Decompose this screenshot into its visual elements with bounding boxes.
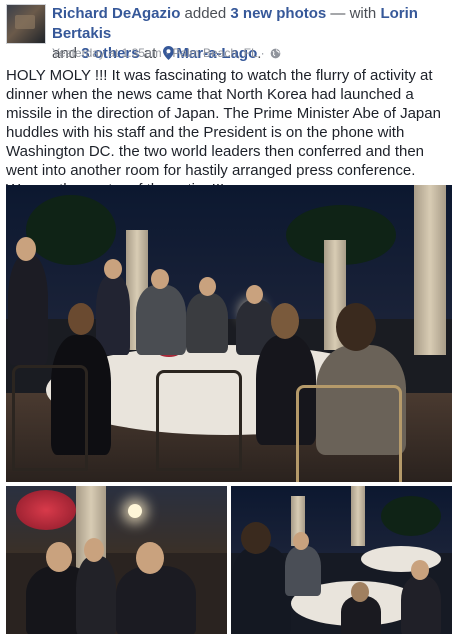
post-meta: Yesterday at 1:35am · Palm Beach, FL · xyxy=(52,46,281,62)
location-link[interactable]: Palm Beach, FL xyxy=(172,46,257,60)
avatar[interactable] xyxy=(6,4,46,44)
column xyxy=(414,185,446,355)
post-header: Richard DeAgazio added 3 new photos — wi… xyxy=(6,4,452,62)
action-text: added xyxy=(180,5,231,22)
person xyxy=(8,255,48,365)
post-body-text: HOLY MOLY !!! It was fascinating to watc… xyxy=(6,67,441,198)
person xyxy=(401,576,441,634)
flower-arrangement xyxy=(16,490,76,530)
timestamp-link[interactable]: Yesterday at 1:35am xyxy=(52,46,162,60)
person-head xyxy=(411,560,429,580)
person xyxy=(186,293,228,353)
person-head xyxy=(351,582,369,602)
meta-separator-2: · xyxy=(257,46,268,60)
person-head xyxy=(246,285,263,304)
person-head xyxy=(136,542,164,574)
person-head xyxy=(16,237,36,261)
facebook-post: Richard DeAgazio added 3 new photos — wi… xyxy=(0,0,458,640)
meta-separator: · xyxy=(161,46,173,60)
dinner-table xyxy=(361,546,441,572)
column xyxy=(351,486,365,546)
chair xyxy=(156,370,242,471)
person xyxy=(285,546,321,596)
person xyxy=(136,285,186,355)
person-head xyxy=(336,303,376,351)
lamp-light xyxy=(128,504,142,518)
photo-count-link[interactable]: 3 new photos xyxy=(230,5,326,22)
palm-tree xyxy=(26,195,116,265)
person-head xyxy=(199,277,216,296)
chair xyxy=(296,385,402,482)
person-head xyxy=(68,303,94,335)
person-head xyxy=(104,259,122,279)
person-head xyxy=(271,303,299,339)
author-name-link[interactable]: Richard DeAgazio xyxy=(52,5,180,22)
person xyxy=(96,275,130,355)
person-head xyxy=(46,542,72,572)
person xyxy=(76,556,116,634)
palm-tree xyxy=(381,496,441,536)
person-head xyxy=(151,269,169,289)
person-head xyxy=(241,522,271,554)
main-photo[interactable] xyxy=(6,185,452,482)
person-head xyxy=(84,538,104,562)
person-head xyxy=(293,532,309,550)
person xyxy=(116,566,196,634)
with-text: — with xyxy=(326,5,381,22)
globe-icon[interactable] xyxy=(270,48,281,62)
bottom-left-photo[interactable] xyxy=(6,486,227,634)
person xyxy=(231,546,291,634)
chair xyxy=(12,365,88,471)
bottom-right-photo[interactable] xyxy=(231,486,452,634)
